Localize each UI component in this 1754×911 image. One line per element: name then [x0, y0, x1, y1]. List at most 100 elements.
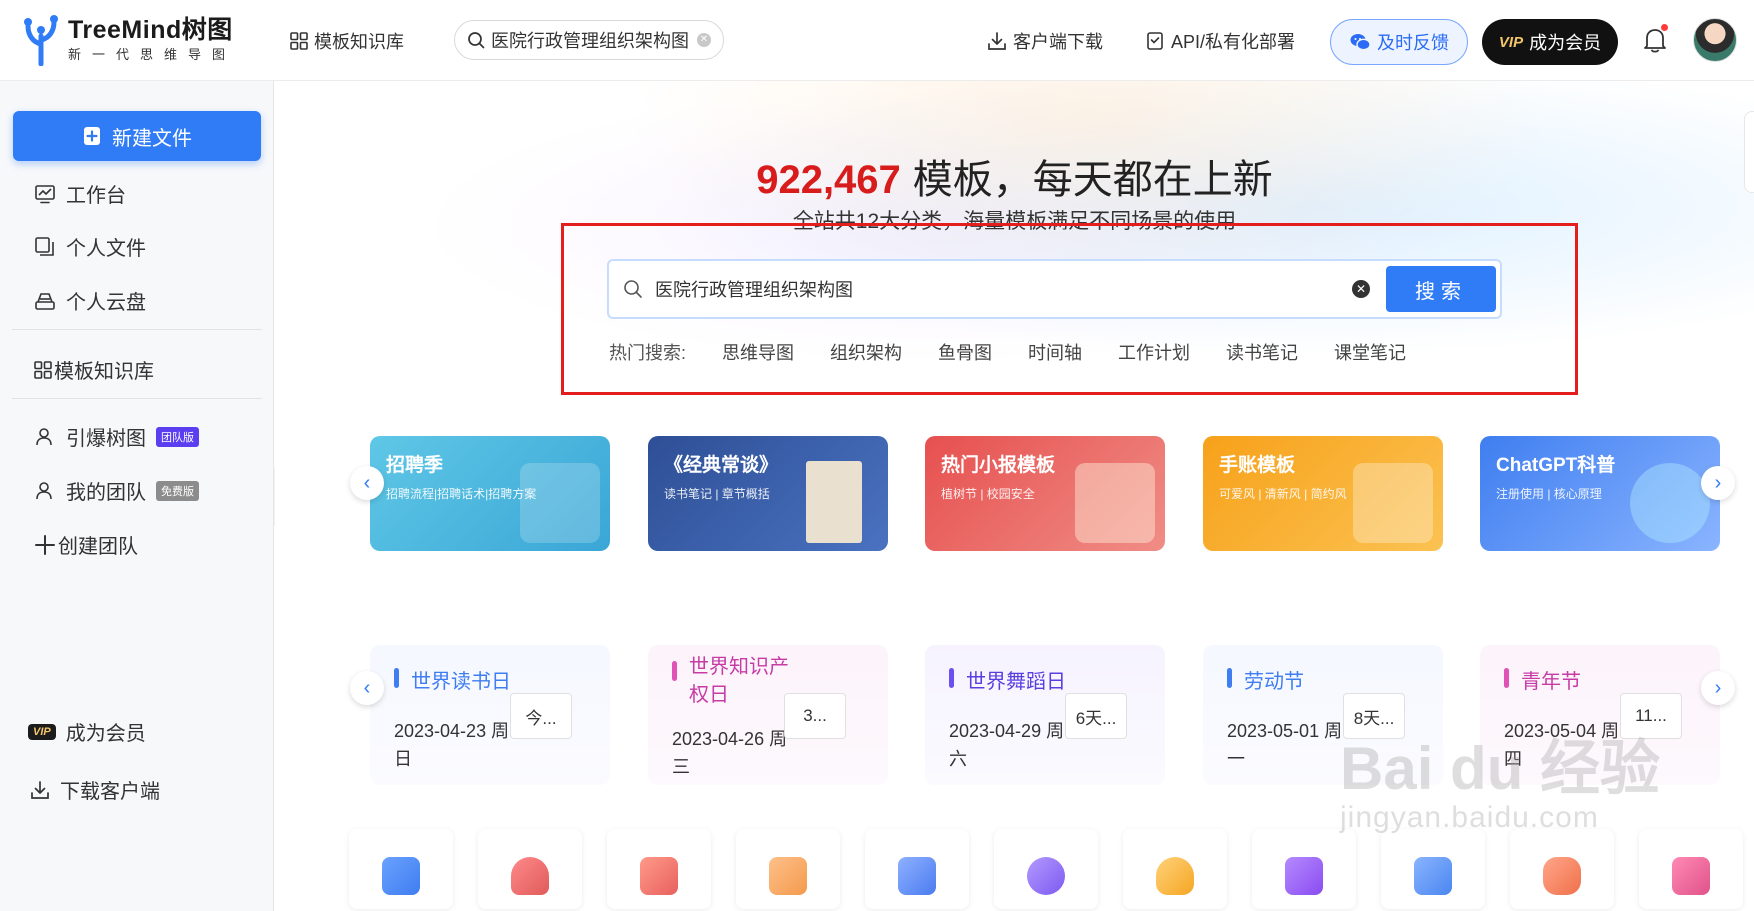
sidebar-item-label: 个人文件 [66, 238, 146, 260]
category-card[interactable] [1252, 829, 1356, 909]
user-avatar[interactable] [1693, 18, 1737, 62]
feedback-button[interactable]: 及时反馈 [1330, 19, 1468, 65]
apps-grid-icon [1672, 857, 1710, 895]
festival-card[interactable]: 世界知识产权日 2023-04-26 周三 3... [648, 645, 888, 785]
banner-card[interactable]: 热门小报模板 植树节 | 校园安全 [925, 436, 1165, 551]
festival-card[interactable]: 世界舞蹈日 2023-04-29 周六 6天... [925, 645, 1165, 785]
hot-search-row: 热门搜索: 思维导图 组织架构 鱼骨图 时间轴 工作计划 读书笔记 课堂笔记 [609, 339, 1442, 365]
watermark-sub: jingyan.baidu.com [1340, 801, 1599, 834]
banner-card[interactable]: 招聘季 招聘流程|招聘话术|招聘方案 [370, 436, 610, 551]
lightbulb-icon [1156, 857, 1194, 895]
sidebar-item-workspace[interactable]: 工作台 [34, 179, 126, 208]
festival-card[interactable]: 世界读书日 2023-04-23 周日 今... [370, 645, 610, 785]
category-card[interactable] [1639, 829, 1743, 909]
hot-search-tag[interactable]: 组织架构 [830, 339, 902, 365]
hot-search-label: 热门搜索: [609, 343, 687, 363]
become-vip-label: 成为会员 [1529, 33, 1602, 53]
search-icon [624, 280, 642, 298]
banner-illustration [1353, 463, 1433, 543]
banner-card[interactable]: 《经典常谈》 读书笔记 | 章节概括 [648, 436, 888, 551]
hot-search-tag[interactable]: 课堂笔记 [1334, 339, 1406, 365]
sidebar-item-my-team[interactable]: 我的团队 免费版 [34, 476, 199, 505]
category-row [275, 829, 1754, 911]
hot-search-tag[interactable]: 时间轴 [1028, 339, 1082, 365]
id-card-icon [769, 857, 807, 895]
banner-illustration [1075, 463, 1155, 543]
grid-icon [34, 360, 52, 379]
category-card[interactable] [478, 829, 582, 909]
banner-card[interactable]: ChatGPT科普 注册使用 | 核心原理 [1480, 436, 1720, 551]
banner-prev-arrow-icon[interactable]: ‹ [350, 466, 384, 500]
category-card[interactable] [1123, 829, 1227, 909]
festival-next-arrow-icon[interactable]: › [1701, 671, 1735, 705]
feedback-label: 及时反馈 [1377, 33, 1449, 53]
files-icon [35, 236, 54, 256]
sidebar-item-team-treemind[interactable]: 引爆树图 团队版 [34, 422, 199, 451]
festival-title: 世界读书日 [394, 665, 586, 694]
sidebar-item-cloud-disk[interactable]: 个人云盘 [34, 286, 146, 315]
hot-search-tag[interactable]: 鱼骨图 [938, 339, 992, 365]
hot-search-tag[interactable]: 工作计划 [1118, 339, 1190, 365]
top-bar: TreeMind树图 新一代思维导图 模板知识库 医院行政管理组织架构图 ✕ 客… [0, 0, 1754, 81]
clear-icon[interactable]: ✕ [697, 33, 711, 47]
free-edition-badge: 免费版 [156, 480, 199, 501]
festival-title: 青年节 [1504, 665, 1696, 694]
search-icon [468, 32, 485, 49]
vip-badge: VIP [1498, 33, 1524, 51]
gamepad-icon [1543, 857, 1581, 895]
template-search-value: 医院行政管理组织架构图 [655, 280, 853, 300]
sidebar-item-label: 工作台 [66, 185, 126, 207]
category-card[interactable] [865, 829, 969, 909]
festival-title: 劳动节 [1227, 665, 1419, 694]
festival-accent-bar [1227, 668, 1232, 688]
new-file-button[interactable]: 新建文件 [13, 111, 261, 161]
sidebar-divider [12, 398, 262, 399]
become-vip-button[interactable]: VIP 成为会员 [1482, 19, 1618, 65]
hero-title-text: 模板，每天都在上新 [912, 158, 1273, 202]
festival-countdown: 今... [510, 693, 572, 739]
wechat-icon [1350, 34, 1371, 51]
notification-bell-icon[interactable] [1642, 24, 1668, 54]
header-search-input[interactable]: 医院行政管理组织架构图 ✕ [454, 20, 724, 60]
category-card[interactable] [1381, 829, 1485, 909]
planet-icon [1027, 857, 1065, 895]
download-client-link[interactable]: 客户端下载 [987, 28, 1103, 54]
header-search-value: 医院行政管理组织架构图 [491, 31, 689, 51]
tree-logo-icon [24, 15, 58, 66]
festival-title-text: 青年节 [1521, 671, 1581, 693]
sidebar-item-create-team[interactable]: 创建团队 [34, 530, 138, 559]
note-pen-icon [1414, 857, 1452, 895]
new-file-label: 新建文件 [112, 127, 192, 150]
category-card[interactable] [607, 829, 711, 909]
logo[interactable]: TreeMind树图 新一代思维导图 [22, 14, 236, 66]
download-icon [31, 780, 49, 799]
hot-search-tag[interactable]: 思维导图 [722, 339, 794, 365]
sidebar-item-become-vip[interactable]: VIP 成为会员 [28, 717, 146, 746]
category-card[interactable] [736, 829, 840, 909]
sidebar-item-template-library[interactable]: 模板知识库 [34, 355, 154, 384]
nav-template-library[interactable]: 模板知识库 [290, 28, 404, 54]
api-deploy-link[interactable]: API/私有化部署 [1145, 28, 1295, 54]
category-card[interactable] [994, 829, 1098, 909]
festival-prev-arrow-icon[interactable]: ‹ [350, 671, 384, 705]
festival-title-text: 劳动节 [1244, 671, 1304, 693]
book-icon [382, 857, 420, 895]
template-search-input[interactable]: 医院行政管理组织架构图 ✕ 搜索 [607, 259, 1502, 319]
search-button[interactable]: 搜索 [1386, 266, 1496, 312]
watermark-main: Bai du 经验 [1340, 735, 1661, 802]
festival-date: 2023-04-23 周日 [394, 721, 510, 769]
sidebar-item-download-client[interactable]: 下载客户端 [30, 775, 160, 804]
logo-subtitle: 新一代思维导图 [68, 47, 237, 62]
category-card[interactable] [1510, 829, 1614, 909]
festival-date: 2023-04-29 周六 [949, 721, 1065, 769]
clear-icon[interactable]: ✕ [1352, 280, 1370, 298]
sidebar-item-personal-files[interactable]: 个人文件 [34, 232, 146, 261]
sidebar-item-label: 引爆树图 [66, 428, 146, 450]
team-edition-badge: 团队版 [156, 426, 199, 447]
hot-search-tag[interactable]: 读书笔记 [1226, 339, 1298, 365]
banner-card[interactable]: 手账模板 可爱风 | 清新风 | 简约风 [1203, 436, 1443, 551]
side-float-tab[interactable] [1744, 111, 1754, 193]
festival-accent-bar [1504, 668, 1509, 688]
banner-next-arrow-icon[interactable]: › [1701, 466, 1735, 500]
category-card[interactable] [349, 829, 453, 909]
